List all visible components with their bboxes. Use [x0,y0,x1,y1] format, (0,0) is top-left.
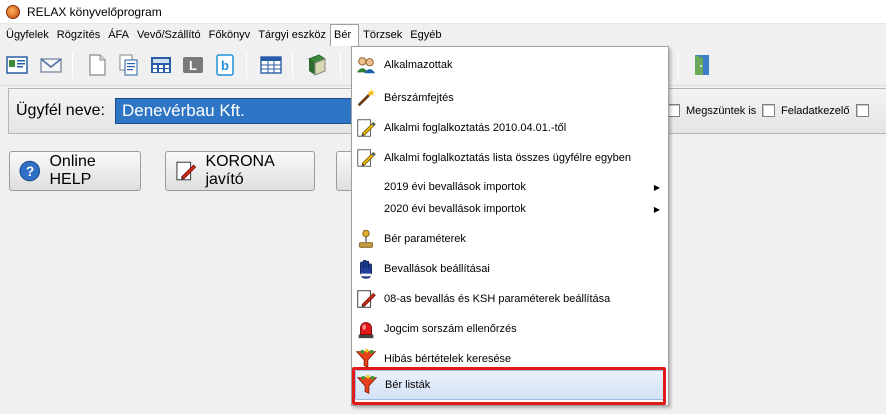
menu-item-alkalmi-lista[interactable]: Alkalmi foglalkoztatás lista összes ügyf… [352,143,668,173]
menu-item-alkalmi-foglalkoztatas[interactable]: Alkalmi foglalkoztatás 2010.04.01.-től [352,113,668,143]
blank-document-icon[interactable] [84,52,110,78]
taskmanager-checkbox-group: Feladatkezelő [781,104,869,117]
documents-icon[interactable] [116,52,142,78]
menu-separator [380,82,664,83]
submenu-arrow-icon: ▶ [653,204,660,214]
menu-item-label: Hibás bértételek keresése [384,353,512,365]
table-grid-icon[interactable] [258,52,284,78]
svg-text:L: L [189,58,197,73]
menu-bar: Ügyfelek Rögzítés ÁFA Vevő/Szállító Főkö… [0,24,886,47]
help-question-icon: ? [19,160,41,182]
menu-ugyfelek[interactable]: Ügyfelek [2,24,53,46]
menu-item-label: 08-as bevallás és KSH paraméterek beállí… [384,293,611,305]
menu-item-2020-importok[interactable]: 2020 évi bevallások importok ▶ [352,198,668,220]
menu-item-label: Alkalmi foglalkoztatás 2010.04.01.-től [384,122,567,134]
id-card-icon[interactable] [4,52,30,78]
svg-text:b: b [221,58,229,73]
magic-wand-icon [354,87,378,109]
menu-separator [380,222,664,223]
menu-vevo-szallito[interactable]: Vevő/Szállító [133,24,205,46]
menu-torzsek[interactable]: Törzsek [359,24,406,46]
taskmanager-checkbox[interactable] [855,104,869,117]
menu-item-label: Bevallások beállításai [384,263,490,275]
menu-fokonyv[interactable]: Főkönyv [205,24,255,46]
calculator-icon[interactable] [148,52,174,78]
menu-item-08-bevallas-ksh[interactable]: 08-as bevallás és KSH paraméterek beállí… [352,284,668,314]
app-logo-icon [6,4,20,19]
korona-fix-label: KORONA javító [205,153,274,188]
letter-b-icon[interactable]: b [212,52,238,78]
envelope-icon[interactable] [38,52,64,78]
toolbar-separator [678,53,679,79]
joystick-icon [354,228,378,250]
employees-icon [354,54,378,76]
toolbar-separator [72,53,73,79]
edit-document-icon [176,161,197,181]
edit-document-icon [354,117,378,139]
ceased-checkbox-group: Megszüntek is [667,104,776,117]
filter-icon [355,374,379,396]
window-title: RELAX könyvelőprogram [27,4,162,19]
alarm-light-icon [354,318,378,340]
online-help-button[interactable]: ? Online HELP [9,151,141,191]
hand-icon [354,258,378,280]
ber-dropdown-menu: Alkalmazottak Bérszámfejtés Alkalmi fogl… [351,46,669,406]
svg-text:?: ? [26,164,34,179]
menu-item-alkalmazottak[interactable]: Alkalmazottak [352,51,668,79]
edit-document-icon [354,147,378,169]
client-name-field[interactable]: Denevérbau Kft. [115,98,355,124]
menu-item-2019-importok[interactable]: 2019 évi bevallások importok ▶ [352,176,668,198]
submenu-arrow-icon: ▶ [653,182,660,192]
client-name-label: Ügyfél neve: [16,102,105,119]
menu-targyi-eszkoz[interactable]: Tárgyi eszköz [254,24,330,46]
menu-item-label: Bér listák [385,379,431,391]
book-icon[interactable] [304,52,330,78]
korona-fix-button[interactable]: KORONA javító [165,151,315,191]
menu-item-bevallasok-beallitasai[interactable]: Bevallások beállításai [352,254,668,284]
menu-item-jogcim-ellenorzes[interactable]: Jogcim sorszám ellenőrzés [352,314,668,344]
ceased-checkbox-box[interactable] [762,104,776,117]
letter-l-icon[interactable]: L [180,52,206,78]
menu-ber[interactable]: Bér [330,24,360,47]
menu-item-label: Alkalmazottak [384,59,453,71]
menu-afa[interactable]: ÁFA [104,24,133,46]
title-bar: RELAX könyvelőprogram [0,0,886,24]
taskmanager-checkbox-label: Feladatkezelő [781,104,850,117]
menu-egyeb[interactable]: Egyéb [406,24,445,46]
toolbar-separator [246,53,247,79]
menu-separator [380,174,664,175]
menu-item-label: 2019 évi bevallások importok [384,181,526,193]
edit-document-icon [354,288,378,310]
online-help-label: Online HELP [49,153,96,188]
filter-icon [354,348,378,370]
menu-item-ber-parameterek[interactable]: Bér paraméterek [352,224,668,254]
menu-rogzites[interactable]: Rögzítés [53,24,104,46]
toolbar-separator [292,53,293,79]
menu-item-label: Jogcim sorszám ellenőrzés [384,323,517,335]
menu-item-label: Bér paraméterek [384,233,466,245]
exit-door-icon[interactable] [688,52,714,78]
menu-item-label: Alkalmi foglalkoztatás lista összes ügyf… [384,152,632,164]
menu-item-ber-listak[interactable]: Bér listák [355,370,665,400]
menu-item-label: 2020 évi bevallások importok [384,203,526,215]
toolbar-separator [340,53,341,79]
menu-item-label: Bérszámfejtés [384,92,454,104]
menu-item-berszamfejtes[interactable]: Bérszámfejtés [352,84,668,112]
ceased-checkbox-label: Megszüntek is [686,104,757,117]
